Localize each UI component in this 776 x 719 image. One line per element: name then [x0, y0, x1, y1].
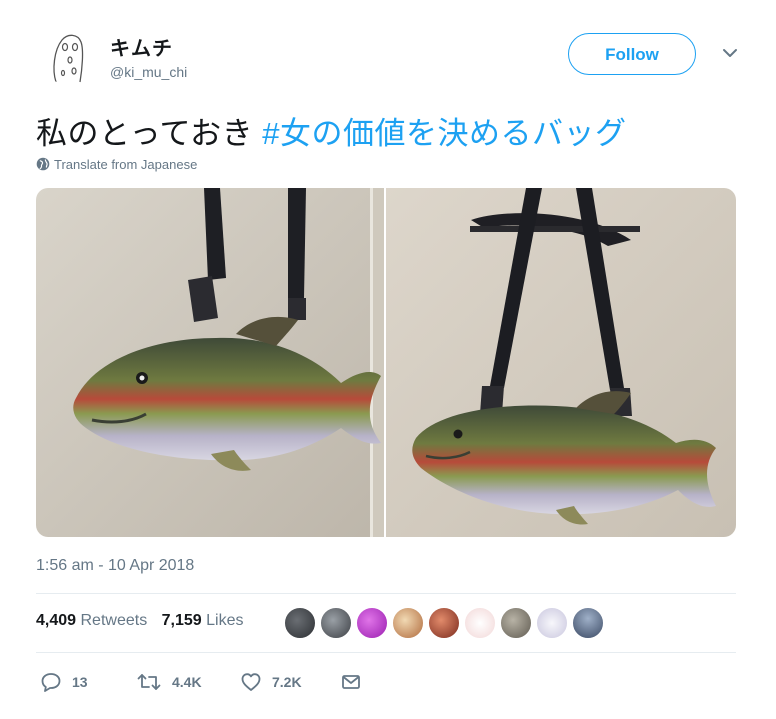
like-button[interactable]: 7.2K [240, 668, 302, 696]
media-gallery [36, 188, 736, 537]
direct-message-button[interactable] [340, 668, 372, 696]
heart-icon [241, 673, 261, 691]
avatar[interactable] [320, 607, 352, 639]
user-display-name[interactable]: キムチ [110, 32, 173, 61]
retweet-button[interactable]: 4.4K [136, 668, 202, 696]
retweets-label: Retweets [80, 612, 148, 629]
tweet-card: キムチ @ki_mu_chi Follow 私のとっておき #女の価値を決めるバ… [0, 0, 776, 719]
reply-button[interactable]: 13 [40, 668, 88, 696]
media-photo-1[interactable] [36, 188, 384, 537]
likes-count: 7,159 [161, 612, 202, 629]
tweet-actions: 13 4.4K 7.2K [36, 668, 436, 698]
translate-label[interactable]: Translate from Japanese [54, 157, 197, 172]
envelope-icon [342, 675, 360, 689]
user-handle[interactable]: @ki_mu_chi [110, 64, 187, 80]
chevron-down-icon[interactable] [720, 43, 740, 63]
reply-icon [41, 673, 61, 692]
tweet-header: キムチ @ki_mu_chi Follow [36, 30, 740, 90]
avatar[interactable] [44, 30, 94, 86]
tweet-stats: 4,409 Retweets 7,159 Likes [36, 612, 254, 630]
retweet-count: 4.4K [172, 674, 202, 690]
tweet-text: 私のとっておき #女の価値を決めるバッグ [36, 108, 626, 153]
avatar[interactable] [428, 607, 460, 639]
media-photo-2[interactable] [386, 188, 736, 537]
translate-link[interactable]: Translate from Japanese [36, 157, 197, 174]
tweet-timestamp[interactable]: 1:56 am - 10 Apr 2018 [36, 557, 194, 575]
avatar[interactable] [536, 607, 568, 639]
avatar[interactable] [356, 607, 388, 639]
avatar[interactable] [392, 607, 424, 639]
retweets-count: 4,409 [36, 612, 77, 629]
divider [36, 652, 736, 653]
follow-button[interactable]: Follow [568, 33, 696, 75]
avatar[interactable] [464, 607, 496, 639]
divider [36, 593, 736, 594]
like-count: 7.2K [272, 674, 302, 690]
tweet-text-body: 私のとっておき [36, 116, 263, 151]
retweets-stat[interactable]: 4,409 Retweets [36, 612, 152, 629]
hashtag-link[interactable]: #女の価値を決めるバッグ [262, 116, 626, 151]
avatar[interactable] [500, 607, 532, 639]
reply-count: 13 [72, 674, 88, 690]
retweet-icon [137, 674, 161, 690]
avatar[interactable] [572, 607, 604, 639]
avatar[interactable] [284, 607, 316, 639]
likes-stat[interactable]: 7,159 Likes [162, 612, 244, 629]
likes-label: Likes [206, 612, 244, 629]
globe-icon [36, 157, 50, 174]
